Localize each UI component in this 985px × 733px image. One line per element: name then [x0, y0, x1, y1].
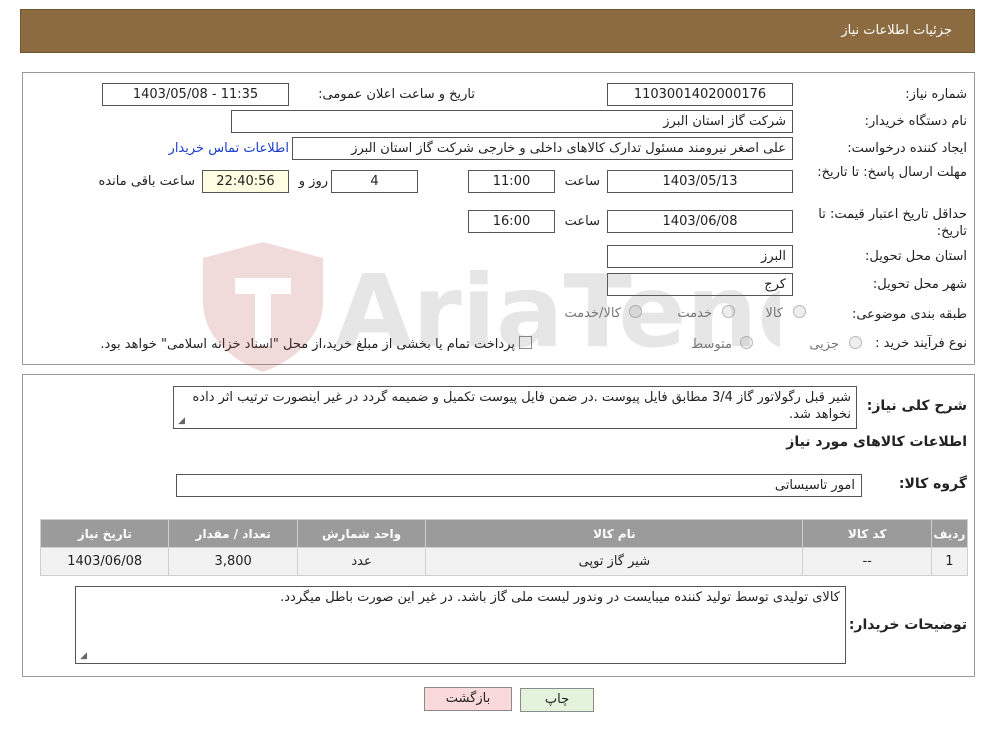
announce-label: تاریخ و ساعت اعلان عمومی: [318, 87, 475, 102]
buyer-org-label: نام دستگاه خریدار: [864, 114, 967, 129]
category-goods-service-label: کالا/خدمت [564, 306, 621, 321]
process-minor-label: جزیی [809, 337, 839, 352]
table-row: 1 -- شیر گاز توپی عدد 3,800 1403/06/08 [39, 547, 969, 576]
remaining-time-field: 22:40:56 [202, 170, 289, 193]
print-button[interactable]: چاپ [520, 688, 594, 712]
announce-datetime-field: 1403/05/08 - 11:35 [102, 83, 289, 106]
category-goods-service-radio[interactable] [629, 305, 642, 318]
days-label: روز و [298, 174, 328, 189]
table-header-row: ردیف کد کالا نام کالا واحد شمارش تعداد /… [39, 519, 969, 548]
reply-time-field: 11:00 [468, 170, 555, 193]
goods-info-title: اطلاعات کالاهای مورد نیاز [786, 434, 967, 450]
category-goods-radio[interactable] [793, 305, 806, 318]
resize-grip-icon[interactable]: ◢ [78, 652, 87, 661]
col-qty-header: تعداد / مقدار [168, 519, 298, 548]
remaining-label: ساعت باقی مانده [98, 174, 195, 189]
buyer-contact-link[interactable]: اطلاعات تماس خریدار [169, 141, 289, 156]
resize-grip-icon[interactable]: ◢ [176, 417, 185, 426]
buyer-notes-textarea[interactable]: کالای تولیدی توسط تولید کننده میبایست در… [75, 586, 846, 664]
province-field: البرز [607, 245, 793, 268]
goods-group-label: گروه کالا: [898, 476, 967, 492]
need-number-label: شماره نیاز: [905, 87, 967, 102]
process-note: پرداخت تمام یا بخشی از مبلغ خرید،از محل … [100, 337, 515, 352]
reply-deadline-label: مهلت ارسال پاسخ: تا تاریخ: [817, 165, 967, 180]
cell-qty: 3,800 [168, 547, 298, 576]
province-label: استان محل تحویل: [865, 249, 967, 264]
page-title: جزئیات اطلاعات نیاز [841, 23, 952, 38]
cell-code: -- [802, 547, 932, 576]
reply-date-field: 1403/05/13 [607, 170, 793, 193]
price-valid-date-field: 1403/06/08 [607, 210, 793, 233]
cell-row: 1 [930, 547, 969, 576]
cell-name: شیر گاز توپی [425, 547, 804, 576]
goods-table: ردیف کد کالا نام کالا واحد شمارش تعداد /… [39, 519, 969, 576]
cell-date: 1403/06/08 [39, 547, 170, 576]
col-code-header: کد کالا [802, 519, 932, 548]
days-field: 4 [331, 170, 418, 193]
category-service-label: خدمت [677, 306, 712, 321]
cell-unit: عدد [296, 547, 427, 576]
price-valid-time-label: ساعت [564, 214, 600, 229]
summary-text: شیر قبل رگولاتور گاز 3/4 مطابق فایل پیوس… [192, 390, 852, 422]
process-type-label: نوع فرآیند خرید : [875, 336, 967, 351]
buyer-notes-label: توضیحات خریدار: [848, 617, 967, 633]
city-field: کرج [607, 273, 793, 296]
col-name-header: نام کالا [425, 519, 804, 548]
summary-label: شرح کلی نیاز: [866, 398, 967, 414]
price-valid-time-field: 16:00 [468, 210, 555, 233]
creator-label: ایجاد کننده درخواست: [847, 141, 967, 156]
process-medium-label: متوسط [691, 337, 732, 352]
buyer-notes-text: کالای تولیدی توسط تولید کننده میبایست در… [280, 590, 840, 605]
goods-group-field: امور تاسیساتی [176, 474, 862, 497]
category-goods-label: کالا [765, 306, 783, 321]
category-service-radio[interactable] [722, 305, 735, 318]
col-row-header: ردیف [930, 519, 969, 548]
category-label: طبقه بندی موضوعی: [851, 307, 967, 322]
summary-textarea[interactable]: شیر قبل رگولاتور گاز 3/4 مطابق فایل پیوس… [173, 386, 857, 429]
need-number-field: 1103001402000176 [607, 83, 793, 106]
process-medium-radio[interactable] [740, 336, 753, 349]
city-label: شهر محل تحویل: [872, 277, 967, 292]
treasury-checkbox[interactable] [519, 336, 532, 349]
reply-time-label: ساعت [564, 174, 600, 189]
creator-field: علی اصغر نیرومند مسئول تدارک کالاهای داخ… [292, 137, 793, 160]
back-button[interactable]: بازگشت [424, 687, 512, 711]
col-date-header: تاریخ نیاز [39, 519, 170, 548]
process-minor-radio[interactable] [849, 336, 862, 349]
price-valid-label: حداقل تاریخ اعتبار قیمت: تا تاریخ: [818, 207, 967, 239]
col-unit-header: واحد شمارش [296, 519, 427, 548]
page-header: جزئیات اطلاعات نیاز [20, 9, 975, 53]
buyer-org-field: شرکت گاز استان البرز [231, 110, 793, 133]
